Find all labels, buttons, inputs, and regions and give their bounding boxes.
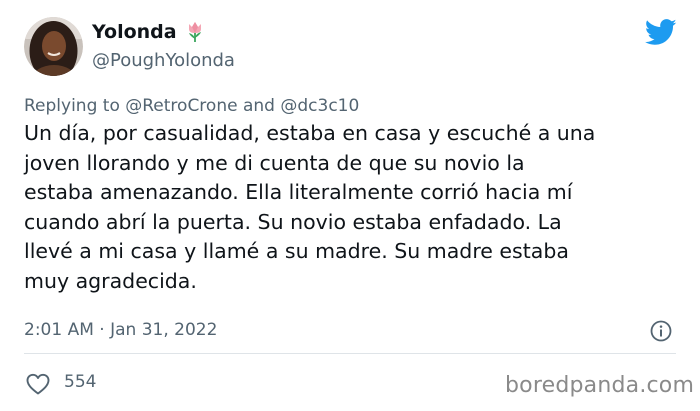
info-icon[interactable] [650,320,672,342]
like-count: 554 [64,372,97,392]
author-handle[interactable]: @PoughYolonda [92,50,235,71]
tweet-line: cuando abrí la puerta. Su novio estaba e… [24,209,562,234]
twitter-bird-icon[interactable] [645,19,677,46]
mention-dc3c10[interactable]: @dc3c10 [280,96,359,116]
replying-prefix: Replying to [24,96,120,116]
watermark: boredpanda.com [505,373,695,398]
tweet-line: estaba amenazando. Ella literalmente cor… [24,180,573,205]
tweet-line: llevé a mi casa y llamé a su madre. Su m… [24,239,569,264]
display-name[interactable]: Yolonda [92,21,205,43]
tweet-line: joven llorando y me di cuenta de que su … [24,150,525,175]
tulip-icon [188,22,201,42]
avatar[interactable] [24,17,83,76]
heart-icon[interactable] [25,372,51,396]
author-name: Yolonda [92,21,177,43]
tweet-text: Un día, por casualidad, estaba en casa y… [24,119,674,297]
divider [24,353,676,354]
avatar-image [24,17,83,76]
replying-joiner: and [242,96,275,116]
tweet-line: muy agradecida. [24,268,197,293]
tweet-line: Un día, por casualidad, estaba en casa y… [24,121,596,145]
replying-to: Replying to @RetroCrone and @dc3c10 [24,96,359,116]
mention-retrocrone[interactable]: @RetroCrone [125,96,237,116]
tweet-timestamp[interactable]: 2:01 AM · Jan 31, 2022 [24,320,217,340]
